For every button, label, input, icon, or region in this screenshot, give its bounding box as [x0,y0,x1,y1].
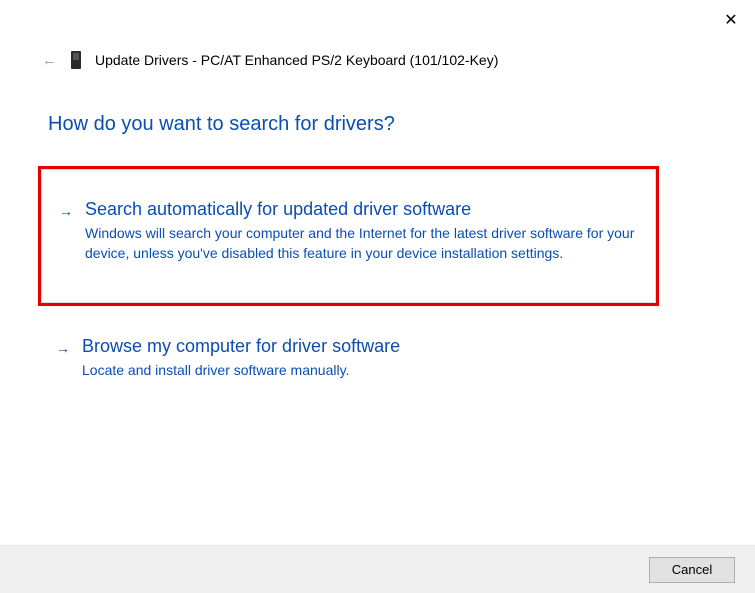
back-arrow-icon[interactable]: ← [42,52,57,69]
option-body: Search automatically for updated driver … [85,199,638,263]
arrow-right-icon: → [56,340,70,356]
option-search-automatically[interactable]: → Search automatically for updated drive… [38,166,659,306]
option-title: Browse my computer for driver software [82,336,641,357]
options-list: → Search automatically for updated drive… [38,166,659,387]
dialog-title: Update Drivers - PC/AT Enhanced PS/2 Key… [95,52,498,68]
close-button[interactable]: ✕ [721,10,741,30]
dialog-footer: Cancel [0,545,755,593]
option-body: Browse my computer for driver software L… [82,336,641,381]
option-browse-computer[interactable]: → Browse my computer for driver software… [38,330,659,387]
device-icon [71,51,81,69]
option-description: Windows will search your computer and th… [85,224,638,263]
main-heading: How do you want to search for drivers? [48,113,395,136]
option-description: Locate and install driver software manua… [82,361,641,381]
dialog-header: ← Update Drivers - PC/AT Enhanced PS/2 K… [42,51,498,69]
arrow-right-icon: → [59,203,73,219]
option-title: Search automatically for updated driver … [85,199,638,220]
cancel-button[interactable]: Cancel [649,557,735,583]
